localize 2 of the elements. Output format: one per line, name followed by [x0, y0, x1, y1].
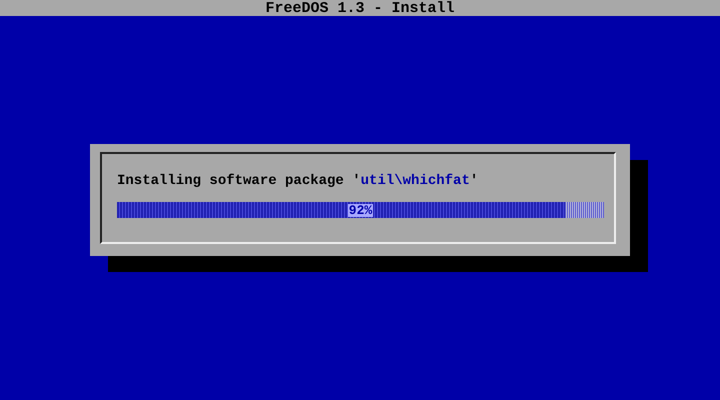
window-title: FreeDOS 1.3 - Install: [265, 0, 455, 16]
status-message: Installing software package 'util\whichfat': [117, 174, 480, 188]
